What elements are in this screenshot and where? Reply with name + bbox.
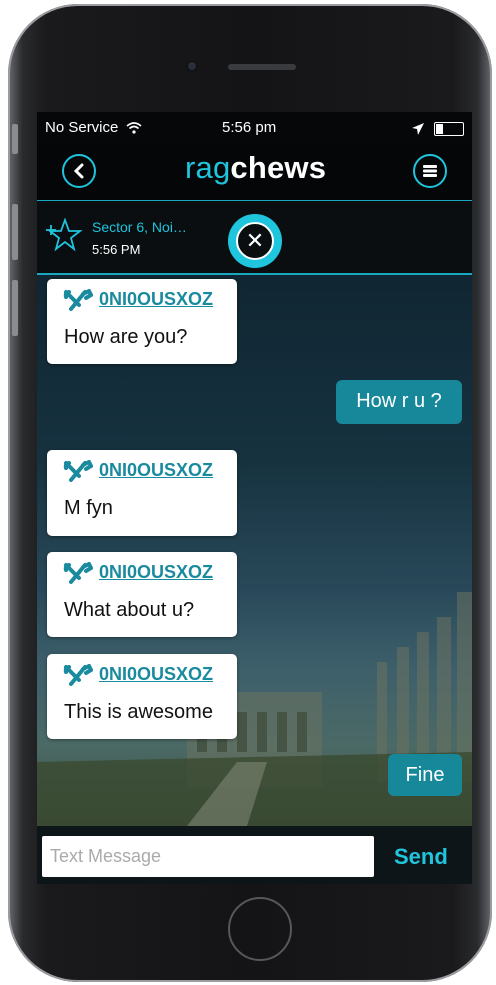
back-button[interactable] xyxy=(62,154,96,188)
mute-switch xyxy=(12,124,18,154)
send-button[interactable]: Send xyxy=(394,844,448,870)
chevron-left-icon xyxy=(73,163,84,179)
volume-up-button xyxy=(12,204,18,260)
status-bar: No Service 5:56 pm xyxy=(37,112,472,142)
message-incoming: 0NI0OUSXOZ M fyn xyxy=(47,450,237,536)
location-time: 5:56 PM xyxy=(92,242,141,257)
message-input[interactable] xyxy=(42,836,374,877)
star-plus-icon[interactable] xyxy=(43,216,83,256)
message-incoming: 0NI0OUSXOZ This is awesome xyxy=(47,654,237,739)
front-camera xyxy=(186,60,198,72)
menu-icon xyxy=(423,165,437,177)
carrier-label: No Service xyxy=(45,119,142,136)
message-text: M fyn xyxy=(64,497,113,519)
message-text: How r u ? xyxy=(356,390,442,412)
battery-icon xyxy=(434,122,464,137)
home-button[interactable] xyxy=(228,897,292,961)
wifi-icon xyxy=(126,122,142,134)
message-text: This is awesome xyxy=(64,701,213,723)
message-incoming: 0NI0OUSXOZ What about u? xyxy=(47,552,237,637)
app-screen: No Service 5:56 pm ragchews Sector 6, No… xyxy=(37,112,472,884)
message-outgoing: Fine xyxy=(388,754,462,796)
location-arrow-icon xyxy=(411,123,424,136)
sender-name[interactable]: 0NI0OUSXOZ xyxy=(99,562,213,583)
close-icon: ✕ xyxy=(236,222,274,260)
location-name[interactable]: Sector 6, Noi… xyxy=(92,219,204,235)
clock: 5:56 pm xyxy=(222,119,277,136)
earpiece-speaker xyxy=(228,64,296,70)
tools-icon xyxy=(63,460,93,482)
tools-icon xyxy=(63,664,93,686)
message-text: How are you? xyxy=(64,326,188,348)
composer-bar: Send xyxy=(37,826,472,884)
message-incoming: 0NI0OUSXOZ How are you? xyxy=(47,279,237,364)
nav-bar: ragchews xyxy=(37,142,472,201)
message-text: Fine xyxy=(405,764,445,786)
message-outgoing: How r u ? xyxy=(336,380,462,424)
close-button[interactable]: ✕ xyxy=(228,214,282,268)
sender-name[interactable]: 0NI0OUSXOZ xyxy=(99,289,213,310)
message-text: What about u? xyxy=(64,599,195,621)
sender-name[interactable]: 0NI0OUSXOZ xyxy=(99,664,213,685)
sender-name[interactable]: 0NI0OUSXOZ xyxy=(99,460,213,481)
status-right xyxy=(411,120,464,137)
carrier-text: No Service xyxy=(45,119,119,136)
menu-button[interactable] xyxy=(413,154,447,188)
app-title: ragchews xyxy=(185,150,326,186)
tools-icon xyxy=(63,289,93,311)
title-light: rag xyxy=(185,150,231,185)
volume-down-button xyxy=(12,280,18,336)
tools-icon xyxy=(63,562,93,584)
title-bold: chews xyxy=(230,150,327,185)
